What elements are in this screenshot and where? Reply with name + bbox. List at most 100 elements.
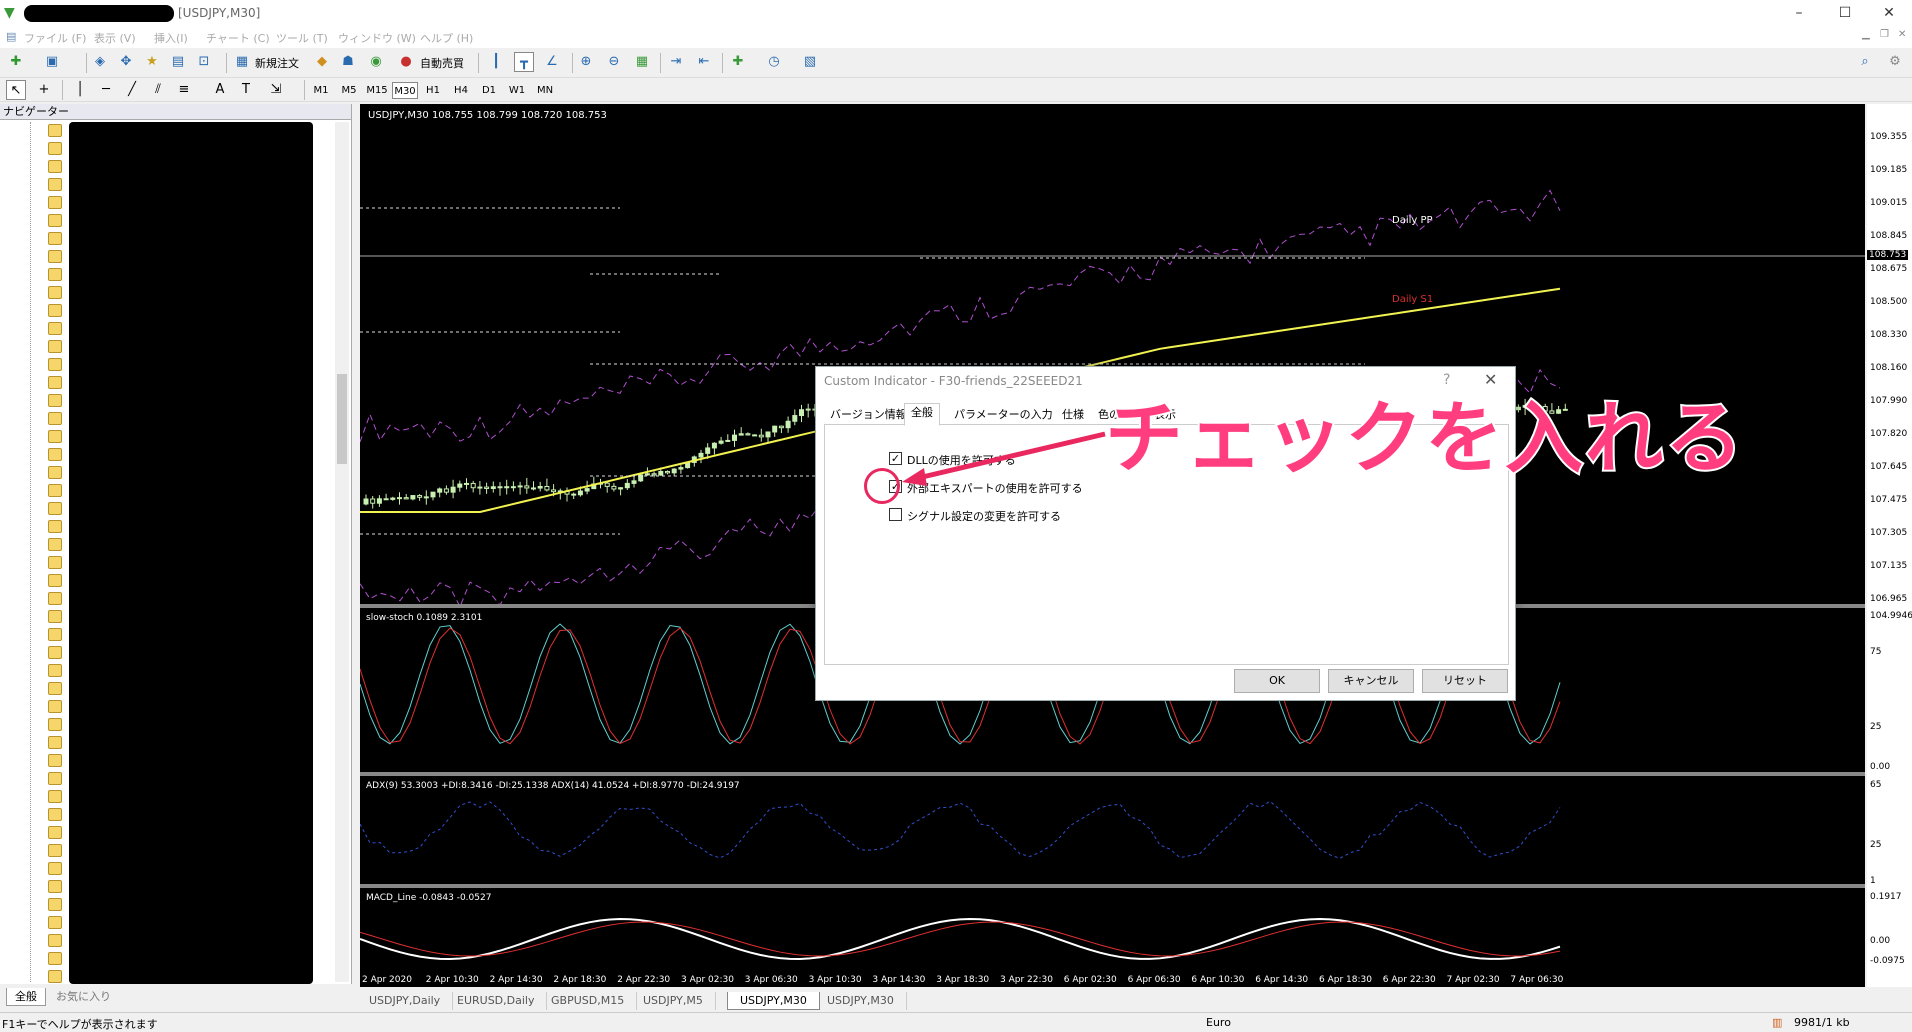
indicator-icon[interactable] <box>48 574 62 587</box>
indicator-icon[interactable] <box>48 268 62 281</box>
navigator-icon[interactable]: ★ <box>142 52 162 72</box>
autoscroll-icon[interactable]: ⇥ <box>666 52 686 72</box>
indicator-icon[interactable] <box>48 898 62 911</box>
indicator-icon[interactable] <box>48 358 62 371</box>
new-chart-icon[interactable]: ✚ <box>6 52 26 72</box>
indicator-icon[interactable] <box>48 232 62 245</box>
periods-icon[interactable]: ◷ <box>764 52 784 72</box>
timeframe-m30[interactable]: M30 <box>392 82 418 99</box>
bar-chart-icon[interactable]: ┃ <box>486 52 506 72</box>
close-button[interactable]: ✕ <box>1866 0 1912 26</box>
strategy-tester-icon[interactable]: ⊡ <box>194 52 214 72</box>
indicator-icon[interactable] <box>48 394 62 407</box>
indicator-icon[interactable] <box>48 214 62 227</box>
indicator-icon[interactable] <box>48 142 62 155</box>
indicator-icon[interactable] <box>48 556 62 569</box>
timeframe-d1[interactable]: D1 <box>476 82 502 99</box>
indicator-icon[interactable] <box>48 772 62 785</box>
timeframe-m15[interactable]: M15 <box>364 82 390 99</box>
timeframe-w1[interactable]: W1 <box>504 82 530 99</box>
zoom-out-icon[interactable]: ⊖ <box>604 52 624 72</box>
horizontal-line-icon[interactable]: ─ <box>96 80 116 100</box>
chart-tab-eurusd-daily[interactable]: EURUSD,Daily <box>445 992 548 1010</box>
indicator-icon[interactable] <box>48 736 62 749</box>
child-restore-icon[interactable]: ❐ <box>1880 29 1889 40</box>
vertical-line-icon[interactable]: │ <box>70 80 90 100</box>
indicator-icon[interactable] <box>48 520 62 533</box>
menu-help[interactable]: ヘルプ (H) <box>420 30 473 46</box>
text-icon[interactable]: A <box>210 80 230 100</box>
dialog-tab-common[interactable]: 全般 <box>904 403 940 426</box>
market-watch-icon[interactable]: ◈ <box>90 52 110 72</box>
line-chart-icon[interactable]: ∠ <box>542 52 562 72</box>
new-order-button[interactable]: 新規注文 <box>255 55 299 71</box>
indicator-icon[interactable] <box>48 844 62 857</box>
signals-icon[interactable]: ☗ <box>338 52 358 72</box>
indicator-icon[interactable] <box>48 880 62 893</box>
indicator-icon[interactable] <box>48 862 62 875</box>
search-icon[interactable]: ⌕ <box>1855 52 1875 72</box>
menu-insert[interactable]: 挿入(I) <box>154 30 188 46</box>
zoom-in-icon[interactable]: ⊕ <box>576 52 596 72</box>
tile-windows-icon[interactable]: ▦ <box>632 52 652 72</box>
channel-icon[interactable]: ⫽ <box>148 80 168 100</box>
arrows-icon[interactable]: ⇲ <box>266 80 286 100</box>
indicator-icon[interactable] <box>48 538 62 551</box>
fibonacci-icon[interactable]: ≡ <box>174 80 194 100</box>
indicator-icon[interactable] <box>48 196 62 209</box>
cursor-icon[interactable]: ↖ <box>6 80 26 100</box>
indicator-icon[interactable] <box>48 970 62 983</box>
indicator-icon[interactable] <box>48 592 62 605</box>
indicator-icon[interactable] <box>48 826 62 839</box>
auto-trade-button[interactable]: 自動売買 <box>420 55 464 71</box>
indicator-icon[interactable] <box>48 466 62 479</box>
indicator-icon[interactable] <box>48 304 62 317</box>
indicator-icon[interactable] <box>48 286 62 299</box>
indicator-icon[interactable] <box>48 952 62 965</box>
chart-tab-usdjpy-daily[interactable]: USDJPY,Daily <box>357 992 454 1010</box>
navigator-scrollbar[interactable] <box>335 122 349 982</box>
dialog-tab-specs[interactable]: 仕様 <box>1056 406 1090 425</box>
auto-trade-icon[interactable]: ● <box>396 52 416 72</box>
allow-signal-change-checkbox[interactable] <box>889 508 902 521</box>
indicator-icon[interactable] <box>48 718 62 731</box>
trendline-icon[interactable]: ╱ <box>122 80 142 100</box>
indicator-icon[interactable] <box>48 178 62 191</box>
terminal-icon[interactable]: ▤ <box>168 52 188 72</box>
timeframe-h1[interactable]: H1 <box>420 82 446 99</box>
child-minimize-icon[interactable]: ▁ <box>1862 29 1870 40</box>
indicator-icon[interactable] <box>48 646 62 659</box>
indicator-icon[interactable] <box>48 484 62 497</box>
indicator-icon[interactable] <box>48 808 62 821</box>
indicator-icon[interactable] <box>48 664 62 677</box>
indicator-icon[interactable] <box>48 502 62 515</box>
ok-button[interactable]: OK <box>1234 669 1320 693</box>
chart-tab-gbpusd-m15[interactable]: GBPUSD,M15 <box>539 992 638 1010</box>
chart-tab-usdjpy-m30[interactable]: USDJPY,M30 <box>815 992 907 1010</box>
indicators-icon[interactable]: ✚ <box>728 52 748 72</box>
crosshair-icon[interactable]: + <box>34 80 54 100</box>
indicator-icon[interactable] <box>48 610 62 623</box>
chart-tab-usdjpy-m5[interactable]: USDJPY,M5 <box>631 992 716 1010</box>
dialog-tab-inputs[interactable]: パラメーターの入力 <box>948 406 1059 425</box>
dialog-tab-about[interactable]: バージョン情報 <box>824 406 913 425</box>
child-close-icon[interactable]: ✕ <box>1898 29 1906 40</box>
indicator-icon[interactable] <box>48 124 62 137</box>
menu-file[interactable]: ファイル (F) <box>24 30 86 46</box>
cancel-button[interactable]: キャンセル <box>1328 669 1414 693</box>
menu-tools[interactable]: ツール (T) <box>276 30 328 46</box>
indicator-icon[interactable] <box>48 322 62 335</box>
timeframe-m5[interactable]: M5 <box>336 82 362 99</box>
indicator-icon[interactable] <box>48 682 62 695</box>
timeframe-mn[interactable]: MN <box>532 82 558 99</box>
indicator-icon[interactable] <box>48 628 62 641</box>
indicator-icon[interactable] <box>48 412 62 425</box>
data-window-icon[interactable]: ✥ <box>116 52 136 72</box>
chart-tab-usdjpy-m30-active[interactable]: USDJPY,M30 <box>727 992 820 1010</box>
timeframe-m1[interactable]: M1 <box>308 82 334 99</box>
settings-icon[interactable]: ⚙ <box>1885 52 1905 72</box>
templates-icon[interactable]: ▧ <box>800 52 820 72</box>
indicator-icon[interactable] <box>48 340 62 353</box>
navigator-tab-favorites[interactable]: お気に入り <box>48 988 119 1006</box>
chart-shift-icon[interactable]: ⇤ <box>694 52 714 72</box>
